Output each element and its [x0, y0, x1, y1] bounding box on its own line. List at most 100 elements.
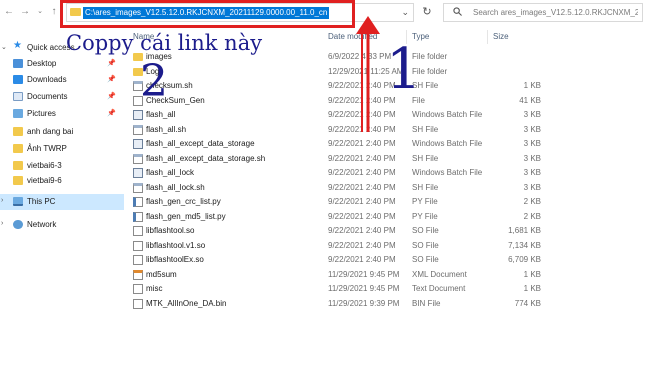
- sidebar-item-this-pc[interactable]: › This PC: [0, 194, 124, 210]
- recent-chevron-icon[interactable]: ⌄: [33, 5, 47, 19]
- file-row[interactable]: flash_all_lock 9/22/2021 2:40 PM Windows…: [125, 166, 650, 180]
- column-divider[interactable]: [487, 30, 488, 44]
- highlight-box: [60, 0, 355, 28]
- sidebar-item-label: Documents: [27, 92, 68, 101]
- pin-icon: 📌: [107, 93, 116, 100]
- sidebar-item-label: vietbai9-6: [27, 176, 62, 185]
- file-row[interactable]: misc 11/29/2021 9:45 PM Text Document 1 …: [125, 282, 650, 296]
- file-date: 9/22/2021 2:40 PM: [328, 197, 396, 206]
- search-input[interactable]: Search ares_images_V12.5.12.0.RKJCNXM_2.…: [443, 3, 643, 22]
- sidebar-item-label: Downloads: [27, 75, 67, 84]
- sidebar-item-desktop[interactable]: Desktop 📌: [0, 56, 124, 72]
- file-row[interactable]: flash_gen_md5_list.py 9/22/2021 2:40 PM …: [125, 210, 650, 224]
- file-name: flash_gen_md5_list.py: [146, 211, 226, 221]
- file-name: MTK_AllInOne_DA.bin: [146, 298, 227, 308]
- file-type: PY File: [412, 197, 438, 206]
- file-size: 3 KB: [523, 139, 541, 148]
- file-date: 9/22/2021 2:40 PM: [328, 211, 396, 221]
- pin-icon: 📌: [107, 60, 116, 67]
- file-name: flash_all_except_data_storage: [146, 139, 255, 148]
- downloads-icon: [13, 75, 23, 84]
- refresh-icon[interactable]: ↻: [419, 4, 435, 20]
- file-row[interactable]: flash_all 9/22/2021 2:40 PM Windows Batc…: [125, 108, 650, 122]
- sidebar-item-label: vietbai6-3: [27, 161, 62, 170]
- file-type: Text Document: [412, 284, 466, 293]
- batch-file-icon: [133, 139, 143, 149]
- sidebar-item-vietbai9-6[interactable]: vietbai9-6: [0, 173, 124, 189]
- annotation-number-1: 1: [386, 37, 422, 102]
- chevron-down-icon[interactable]: ⌄: [401, 7, 409, 18]
- file-name: flash_all: [146, 110, 176, 119]
- file-size: 7,134 KB: [508, 240, 541, 250]
- sidebar-item-network[interactable]: › Network: [0, 217, 124, 233]
- file-type: Windows Batch File: [412, 110, 483, 119]
- sidebar-item-downloads[interactable]: Downloads 📌: [0, 72, 124, 88]
- file-date: 11/29/2021 9:45 PM: [328, 284, 400, 293]
- up-arrow-icon[interactable]: ↑: [47, 5, 61, 19]
- sidebar-item-pictures[interactable]: Pictures 📌: [0, 106, 124, 122]
- file-row[interactable]: flash_all_except_data_storage 9/22/2021 …: [125, 137, 650, 151]
- file-type: BIN File: [412, 298, 441, 308]
- so-file-icon: [133, 255, 143, 265]
- pin-icon: 📌: [107, 110, 116, 117]
- folder-icon: [13, 161, 23, 170]
- file-type: SH File: [412, 153, 439, 163]
- file-size: 3 KB: [523, 168, 541, 177]
- file-name: libflashtoolEx.so: [146, 255, 204, 264]
- file-size: 3 KB: [523, 124, 541, 134]
- file-date: 9/22/2021 2:40 PM: [328, 226, 396, 235]
- pin-icon: 📌: [107, 76, 116, 83]
- documents-icon: [13, 92, 23, 101]
- forward-arrow-icon[interactable]: →: [18, 5, 32, 19]
- pictures-icon: [13, 109, 23, 118]
- file-size: 3 KB: [523, 153, 541, 163]
- file-type: Windows Batch File: [412, 168, 483, 177]
- sidebar-item-documents[interactable]: Documents 📌: [0, 89, 124, 105]
- file-size: 1 KB: [523, 269, 541, 279]
- file-size: 774 KB: [514, 298, 541, 308]
- file-type: XML Document: [412, 269, 467, 279]
- batch-file-icon: [133, 110, 143, 120]
- up-arrow-annotation-icon: [356, 16, 380, 132]
- annotation-number-2: 2: [140, 56, 168, 107]
- chevron-right-icon[interactable]: ›: [1, 220, 3, 227]
- chevron-right-icon[interactable]: ›: [1, 197, 3, 204]
- file-name: misc: [146, 284, 163, 293]
- sh-file-icon: [133, 182, 143, 193]
- file-row[interactable]: flash_all.sh 9/22/2021 2:40 PM SH File 3…: [125, 123, 650, 137]
- file-row[interactable]: MTK_AllInOne_DA.bin 11/29/2021 9:39 PM B…: [125, 297, 650, 311]
- folder-icon: [13, 144, 23, 153]
- file-date: 9/22/2021 2:40 PM: [328, 240, 396, 250]
- chevron-down-icon[interactable]: ⌄: [1, 43, 7, 51]
- star-icon: ★: [13, 40, 22, 51]
- file-name: flash_all.sh: [146, 124, 187, 134]
- file-row[interactable]: libflashtoolEx.so 9/22/2021 2:40 PM SO F…: [125, 253, 650, 267]
- sidebar-item-label: Network: [27, 220, 57, 229]
- python-file-icon: [133, 197, 143, 207]
- sidebar-item-vietbai6-3[interactable]: vietbai6-3: [0, 158, 124, 174]
- sidebar-item-anh-dang-bai[interactable]: anh dang bai: [0, 124, 124, 140]
- file-name: flash_all_lock.sh: [146, 182, 205, 192]
- file-size: 6,709 KB: [508, 255, 541, 264]
- file-row[interactable]: flash_all_lock.sh 9/22/2021 2:40 PM SH F…: [125, 181, 650, 195]
- file-row[interactable]: libflashtool.so 9/22/2021 2:40 PM SO Fil…: [125, 224, 650, 238]
- file-row[interactable]: libflashtool.v1.so 9/22/2021 2:40 PM SO …: [125, 239, 650, 253]
- network-icon: [13, 220, 23, 229]
- batch-file-icon: [133, 168, 143, 178]
- file-type: SH File: [412, 182, 439, 192]
- column-header-size[interactable]: Size: [493, 30, 509, 44]
- file-type: SO File: [412, 226, 439, 235]
- file-row[interactable]: flash_all_except_data_storage.sh 9/22/20…: [125, 152, 650, 166]
- navigation-pane: ⌄ ★ Quick access Desktop 📌 Downloads 📌 D…: [0, 30, 124, 366]
- file-date: 9/22/2021 2:40 PM: [328, 139, 396, 148]
- file-row[interactable]: flash_gen_crc_list.py 9/22/2021 2:40 PM …: [125, 195, 650, 209]
- so-file-icon: [133, 226, 143, 236]
- file-size: 41 KB: [519, 95, 541, 105]
- file-date: 9/22/2021 2:40 PM: [328, 182, 396, 192]
- sidebar-item-anh-twrp[interactable]: Ảnh TWRP: [0, 141, 124, 157]
- sidebar-item-label: This PC: [27, 197, 56, 206]
- file-row[interactable]: md5sum 11/29/2021 9:45 PM XML Document 1…: [125, 268, 650, 282]
- file-type: Windows Batch File: [412, 139, 483, 148]
- back-arrow-icon[interactable]: ←: [2, 5, 16, 19]
- pc-icon: [13, 197, 23, 206]
